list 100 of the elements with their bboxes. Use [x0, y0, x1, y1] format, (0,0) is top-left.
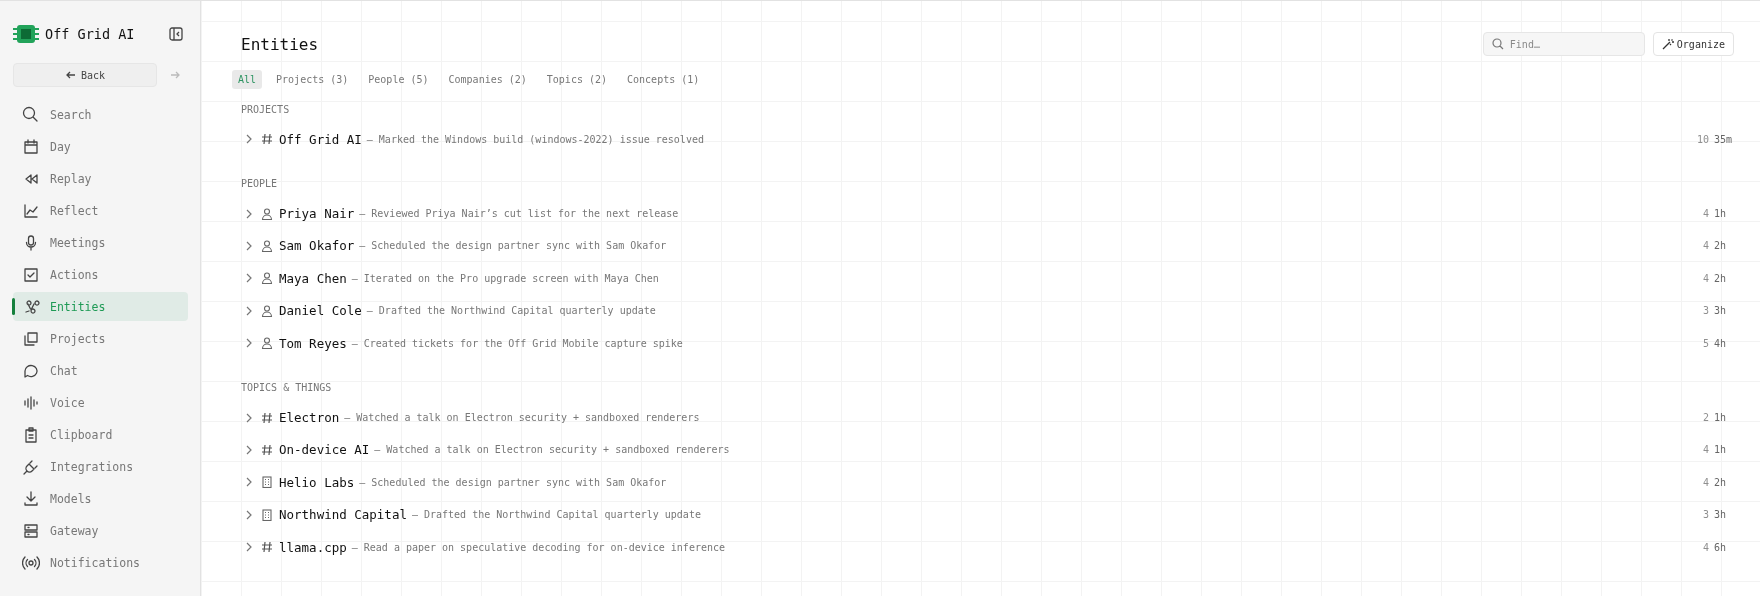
nav-icon [22, 489, 40, 508]
mention-count: 4 [1702, 208, 1709, 220]
sidebar-toggle-icon[interactable] [169, 27, 183, 41]
person-icon [261, 239, 273, 252]
nav-item[interactable]: Actions [13, 260, 187, 289]
nav-item[interactable]: Models [13, 484, 187, 513]
entity-summary: — Created tickets for the Off Grid Mobile capture spike [351, 337, 683, 349]
nav-icon [22, 137, 40, 156]
filter-tab[interactable]: Companies (2) [442, 70, 533, 89]
mention-count: 4 [1702, 541, 1709, 553]
chevron-icon[interactable] [245, 134, 253, 145]
last-seen-time: 3h [1714, 305, 1728, 317]
entity-summary: — Read a paper on speculative decoding for on-device inference [351, 541, 725, 553]
filter-tab[interactable]: People (5) [362, 70, 435, 89]
filter-tab[interactable]: Topics (2) [540, 70, 614, 89]
nav-item[interactable]: Voice [13, 388, 187, 417]
mention-count: 3 [1702, 509, 1709, 521]
mention-count: 5 [1702, 337, 1709, 349]
nav-item[interactable]: Notifications [13, 548, 187, 577]
chevron-icon[interactable] [245, 208, 253, 219]
organize-button[interactable]: Organize [1652, 32, 1734, 56]
last-seen-time: 1h [1714, 412, 1728, 424]
section-heading: TOPICS & THINGS [241, 381, 333, 396]
hash-icon [261, 443, 273, 456]
chevron-icon[interactable] [245, 412, 253, 423]
building-icon [261, 476, 273, 489]
chevron-icon[interactable] [245, 338, 253, 349]
entity-name[interactable]: On-device AI [279, 442, 370, 458]
person-icon [261, 272, 273, 285]
last-seen-time: 2h [1714, 240, 1728, 252]
entity-summary: — Watched a talk on Electron security + sandboxed renderers [374, 444, 730, 456]
nav-icon [22, 265, 40, 284]
nav-item[interactable]: Gateway [13, 516, 187, 545]
nav-item[interactable]: Integrations [13, 452, 187, 481]
last-seen-time: 2h [1714, 476, 1728, 488]
entity-name[interactable]: Northwind Capital [279, 507, 407, 523]
section-heading: PEOPLE [241, 177, 279, 192]
entity-summary: — Marked the Windows build (windows-2022) issue resolved [366, 133, 704, 145]
page-title: Entities [241, 34, 319, 54]
nav-item[interactable]: Meetings [13, 228, 187, 257]
mention-count: 10 [1696, 133, 1709, 145]
mention-count: 4 [1702, 444, 1709, 456]
mention-count: 2 [1702, 412, 1709, 424]
entity-name[interactable]: Off Grid AI [279, 131, 362, 147]
chip-logo-icon [13, 23, 39, 45]
nav-item[interactable]: Clipboard [13, 420, 187, 449]
entity-name[interactable]: llama.cpp [279, 539, 347, 555]
entity-name[interactable]: Maya Chen [279, 270, 347, 286]
filter-tab[interactable]: All [232, 70, 263, 89]
filter-tab[interactable]: Projects (3) [270, 70, 355, 89]
nav-icon [22, 521, 40, 540]
nav-item[interactable]: Entities [13, 292, 188, 321]
entity-summary: — Scheduled the design partner sync with Sam Okafor [359, 240, 667, 252]
mention-count: 4 [1702, 240, 1709, 252]
building-icon [261, 508, 273, 521]
entity-name[interactable]: Sam Okafor [279, 238, 355, 254]
nav-item[interactable]: Search [13, 100, 187, 129]
last-seen-time: 35m [1714, 133, 1734, 145]
filter-tab[interactable]: Concepts (1) [621, 70, 706, 89]
entity-name[interactable]: Tom Reyes [279, 335, 347, 351]
nav-item[interactable]: Replay [13, 164, 187, 193]
nav-item[interactable]: Chat [13, 356, 187, 385]
entity-summary: — Iterated on the Pro upgrade screen with Maya Chen [351, 272, 659, 284]
chevron-icon[interactable] [245, 542, 253, 553]
entity-name[interactable]: Helio Labs [279, 474, 355, 490]
person-icon [261, 207, 273, 220]
hash-icon [261, 411, 273, 424]
person-icon [261, 337, 273, 350]
chevron-icon[interactable] [245, 305, 253, 316]
last-seen-time: 2h [1714, 272, 1728, 284]
chevron-icon[interactable] [245, 444, 253, 455]
nav-item[interactable]: Reflect [13, 196, 187, 225]
mention-count: 3 [1702, 305, 1709, 317]
last-seen-time: 6h [1714, 541, 1728, 553]
last-seen-time: 1h [1714, 208, 1728, 220]
entity-name[interactable]: Electron [279, 410, 340, 426]
mention-count: 4 [1702, 272, 1709, 284]
entity-summary: — Drafted the Northwind Capital quarterly update [411, 509, 701, 521]
back-button[interactable]: Back [13, 63, 157, 87]
hash-icon [261, 133, 273, 146]
last-seen-time: 4h [1714, 337, 1728, 349]
entity-summary: — Drafted the Northwind Capital quarterly update [366, 305, 656, 317]
search-icon [1491, 38, 1504, 50]
nav-icon [22, 105, 40, 124]
person-icon [261, 304, 273, 317]
chevron-icon[interactable] [245, 240, 253, 251]
last-seen-time: 3h [1714, 509, 1728, 521]
entity-name[interactable]: Priya Nair [279, 206, 355, 222]
chevron-icon[interactable] [245, 477, 253, 488]
nav-item[interactable]: Day [13, 132, 187, 161]
hash-icon [261, 541, 273, 554]
search-field[interactable]: Find… [1482, 32, 1645, 56]
nav-item[interactable]: Projects [13, 324, 187, 353]
section-heading: PROJECTS [241, 103, 291, 117]
entity-name[interactable]: Daniel Cole [279, 303, 362, 319]
app-name: Off Grid AI [45, 26, 135, 42]
arrow-left-icon [64, 69, 77, 81]
nav-icon [22, 425, 40, 444]
chevron-icon[interactable] [245, 273, 253, 284]
chevron-icon[interactable] [245, 509, 253, 520]
